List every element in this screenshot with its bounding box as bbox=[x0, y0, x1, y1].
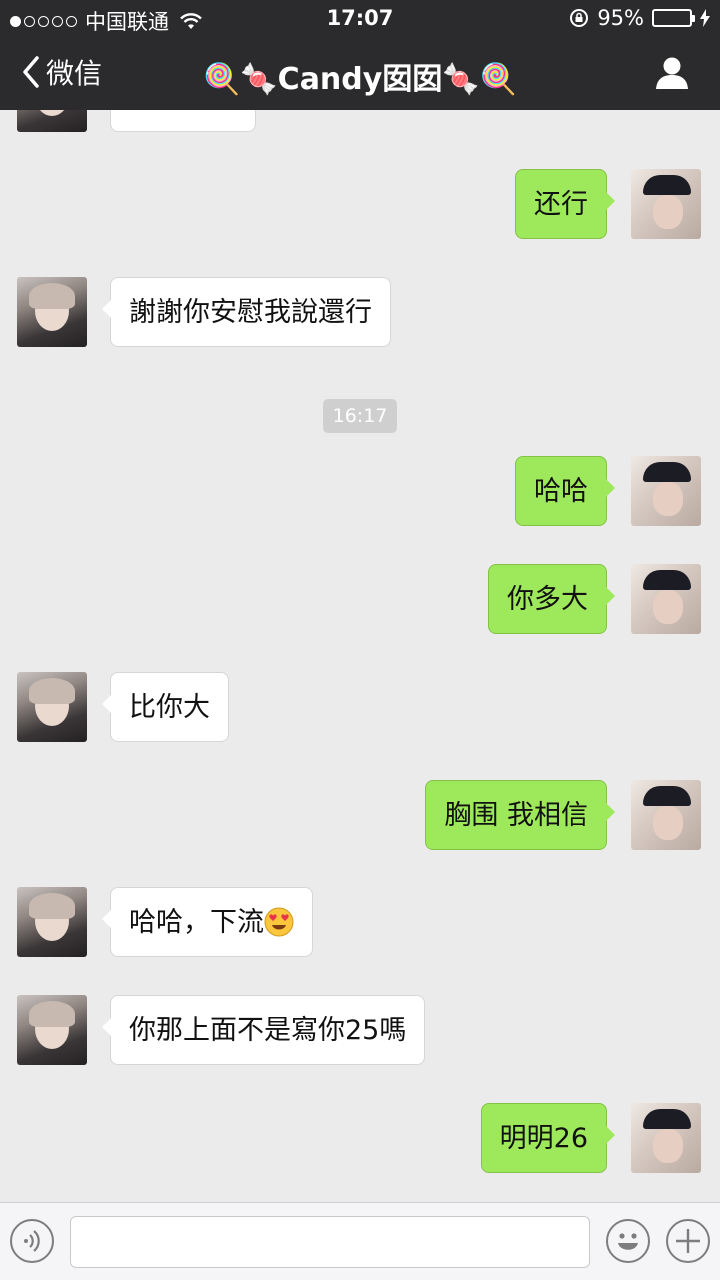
emoji-button[interactable] bbox=[606, 1219, 650, 1263]
outgoing-message[interactable]: 你多大 bbox=[488, 564, 615, 634]
back-label: 微信 bbox=[46, 57, 103, 90]
outgoing-message[interactable]: 胸围 我相信 bbox=[425, 780, 615, 850]
contact-avatar[interactable] bbox=[17, 277, 87, 347]
outgoing-message[interactable]: 哈哈 bbox=[515, 456, 615, 526]
charging-icon bbox=[700, 9, 710, 27]
battery-icon bbox=[652, 9, 695, 27]
plus-icon bbox=[676, 1229, 700, 1253]
more-button[interactable] bbox=[666, 1219, 710, 1263]
my-avatar[interactable] bbox=[631, 564, 701, 634]
nav-bar: 微信 🍭🍬Candy囡囡🍬🍭 bbox=[0, 36, 720, 110]
status-bar: 中国联通 17:07 95% bbox=[0, 0, 720, 36]
back-button[interactable]: 微信 bbox=[20, 52, 102, 92]
outgoing-message[interactable]: 还行 bbox=[515, 169, 615, 239]
incoming-message[interactable] bbox=[110, 110, 256, 132]
contact-avatar[interactable] bbox=[17, 672, 87, 742]
lock-rotation-icon bbox=[570, 9, 589, 27]
wechat-chat-screen: 中国联通 17:07 95% 微信 🍭🍬Candy囡囡🍬🍭 还行 謝謝你安慰我說… bbox=[0, 0, 720, 1280]
battery-percent: 95% bbox=[597, 6, 644, 30]
contact-avatar[interactable] bbox=[17, 110, 87, 132]
incoming-message[interactable]: 謝謝你安慰我說還行 bbox=[102, 277, 391, 347]
incoming-message[interactable]: 哈哈，下流 bbox=[102, 887, 313, 957]
back-chevron-icon bbox=[23, 56, 39, 88]
incoming-message[interactable]: 比你大 bbox=[102, 672, 229, 742]
my-avatar[interactable] bbox=[631, 780, 701, 850]
status-right: 95% bbox=[569, 6, 710, 30]
chat-timestamp: 16:17 bbox=[323, 399, 397, 433]
contact-avatar[interactable] bbox=[17, 995, 87, 1065]
voice-button[interactable] bbox=[10, 1219, 54, 1263]
top-bar: 中国联通 17:07 95% 微信 🍭🍬Candy囡囡🍬🍭 bbox=[0, 0, 720, 110]
contact-avatar[interactable] bbox=[17, 887, 87, 957]
emoji-icon bbox=[618, 1233, 638, 1250]
voice-icon bbox=[24, 1230, 40, 1252]
person-icon[interactable] bbox=[654, 56, 690, 90]
message-input[interactable] bbox=[70, 1216, 590, 1268]
my-avatar[interactable] bbox=[631, 169, 701, 239]
incoming-message[interactable]: 你那上面不是寫你25嗎 bbox=[101, 995, 426, 1065]
incoming-message-text: 哈哈，下流 bbox=[129, 907, 264, 938]
heart-eyes-emoji-icon bbox=[264, 907, 294, 936]
my-avatar[interactable] bbox=[631, 1103, 701, 1173]
my-avatar[interactable] bbox=[631, 456, 701, 526]
chat-title: 🍭🍬Candy囡囡🍬🍭 bbox=[202, 62, 518, 97]
outgoing-message[interactable]: 明明26 bbox=[480, 1103, 616, 1173]
message-list[interactable]: 还行 謝謝你安慰我說還行 16:17 哈哈 你多大 比你大 胸围 我相信 哈哈，… bbox=[0, 110, 720, 1202]
input-bar bbox=[0, 1202, 720, 1280]
